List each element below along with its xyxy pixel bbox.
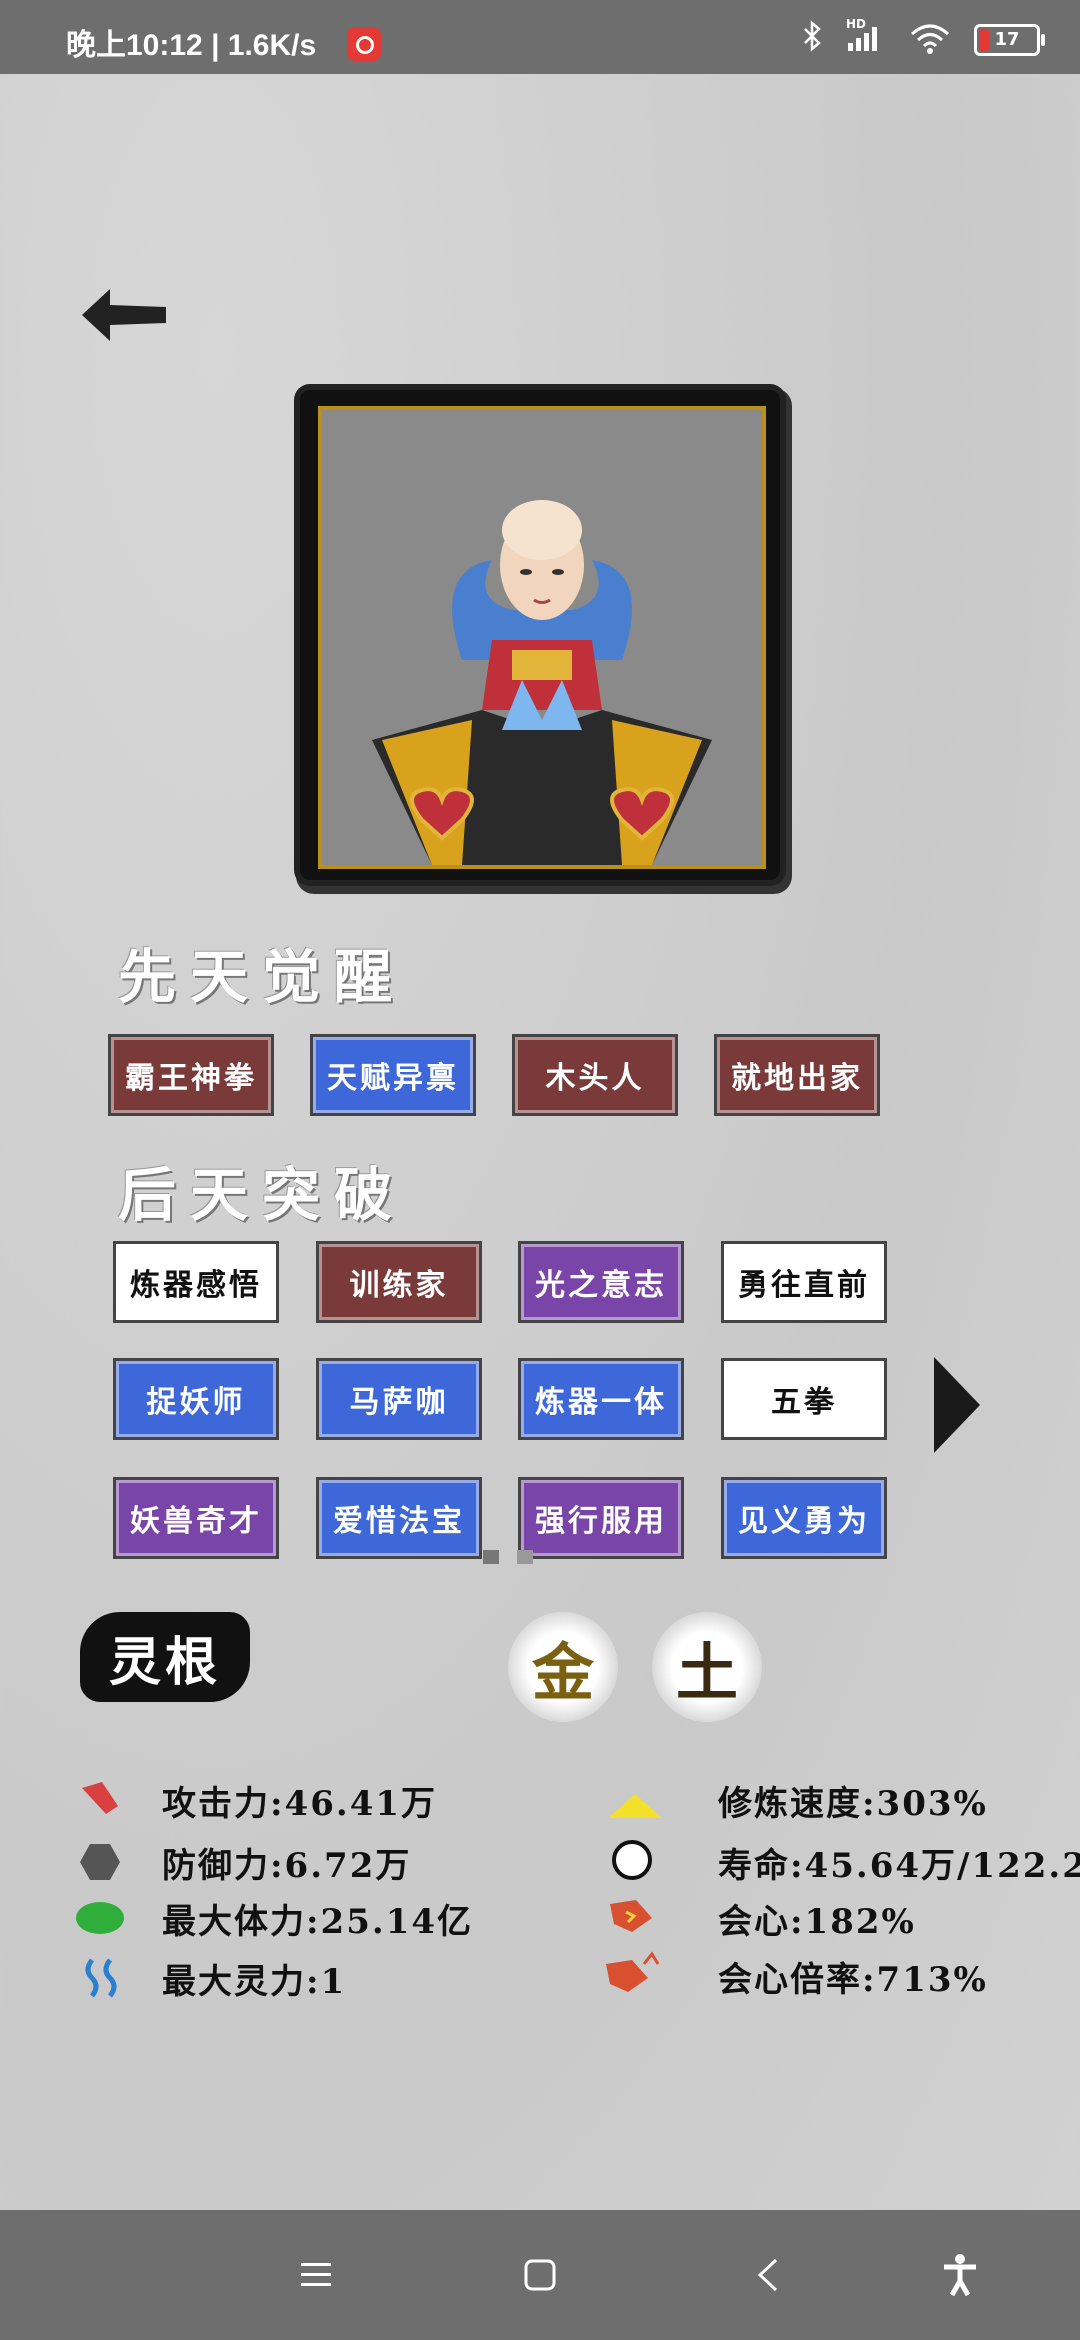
breakthrough-tag[interactable]: 妖兽奇才: [113, 1477, 279, 1559]
home-icon[interactable]: [505, 2240, 575, 2310]
breakthrough-tag[interactable]: 炼器感悟: [113, 1241, 279, 1323]
breakthrough-tag[interactable]: 马萨咖: [316, 1358, 482, 1440]
status-icons: HD 17: [802, 17, 1045, 59]
attack-icon: [82, 1782, 118, 1814]
breakthrough-tag[interactable]: 勇往直前: [721, 1241, 887, 1323]
breakthrough-tag[interactable]: 见义勇为: [721, 1477, 887, 1559]
stat-defense: 防御力:6.72万: [162, 1846, 412, 1886]
stat-max-mp: 最大灵力:1: [162, 1962, 347, 2002]
back-arrow-icon[interactable]: [80, 285, 170, 345]
netease-music-icon: [347, 27, 381, 61]
character-avatar-icon: [372, 500, 712, 865]
accessibility-icon[interactable]: [925, 2240, 995, 2310]
battery-icon: 17: [974, 23, 1045, 56]
awakening-tag[interactable]: 木头人: [512, 1034, 678, 1116]
defense-icon: [80, 1844, 120, 1880]
stat-crit: 会心:182%: [718, 1902, 916, 1942]
stat-crit-multiplier: 会心倍率:713%: [718, 1960, 988, 2000]
stat-max-hp: 最大体力:25.14亿: [162, 1902, 474, 1942]
character-portrait-frame: [300, 390, 780, 880]
breakthrough-tag[interactable]: 爱惜法宝: [316, 1477, 482, 1559]
breakthrough-tag[interactable]: 强行服用: [518, 1477, 684, 1559]
next-page-arrow-icon[interactable]: [932, 1355, 982, 1455]
battery-level: 17: [994, 29, 1020, 50]
element-metal: 金: [508, 1612, 618, 1722]
awakening-tag[interactable]: 就地出家: [714, 1034, 880, 1116]
bluetooth-icon: [802, 20, 824, 59]
cultivation-speed-icon: [608, 1794, 662, 1818]
mp-icon: [85, 1958, 117, 1998]
page-indicator-1: [483, 1550, 499, 1564]
breakthrough-tag[interactable]: 训练家: [316, 1241, 482, 1323]
crit-multiplier-icon: [606, 1951, 660, 1992]
hp-icon: [76, 1902, 124, 1934]
menu-icon[interactable]: [281, 2240, 351, 2310]
status-bar: 晚上10:12 | 1.6K/s HD 17: [0, 0, 1080, 74]
breakthrough-title: 后天突破: [118, 1161, 407, 1229]
system-nav-bar: [0, 2210, 1080, 2340]
breakthrough-tag[interactable]: 光之意志: [518, 1241, 684, 1323]
back-icon[interactable]: [733, 2240, 803, 2310]
page-indicator-2: [517, 1550, 533, 1564]
character-portrait[interactable]: [318, 406, 766, 869]
breakthrough-tag[interactable]: 五拳: [721, 1358, 887, 1440]
stat-lifespan: 寿命:45.64万/122.24: [718, 1846, 1080, 1886]
wifi-icon: [908, 22, 952, 58]
crit-icon: [610, 1900, 652, 1932]
lifespan-icon: [612, 1840, 652, 1880]
awakening-tag[interactable]: 天赋异禀: [310, 1034, 476, 1116]
awakening-title: 先天觉醒: [118, 943, 407, 1011]
element-earth: 土: [652, 1612, 762, 1722]
signal-icon: HD: [846, 17, 886, 57]
awakening-tag[interactable]: 霸王神拳: [108, 1034, 274, 1116]
stat-cultivation-speed: 修炼速度:303%: [718, 1784, 988, 1824]
status-time: 晚上10:12 | 1.6K/s: [66, 29, 317, 62]
breakthrough-tag[interactable]: 捉妖师: [113, 1358, 279, 1440]
breakthrough-tag[interactable]: 炼器一体: [518, 1358, 684, 1440]
stat-attack: 攻击力:46.41万: [162, 1784, 438, 1824]
spirit-root-label: 灵根: [80, 1612, 250, 1702]
network-label: HD: [846, 16, 867, 31]
